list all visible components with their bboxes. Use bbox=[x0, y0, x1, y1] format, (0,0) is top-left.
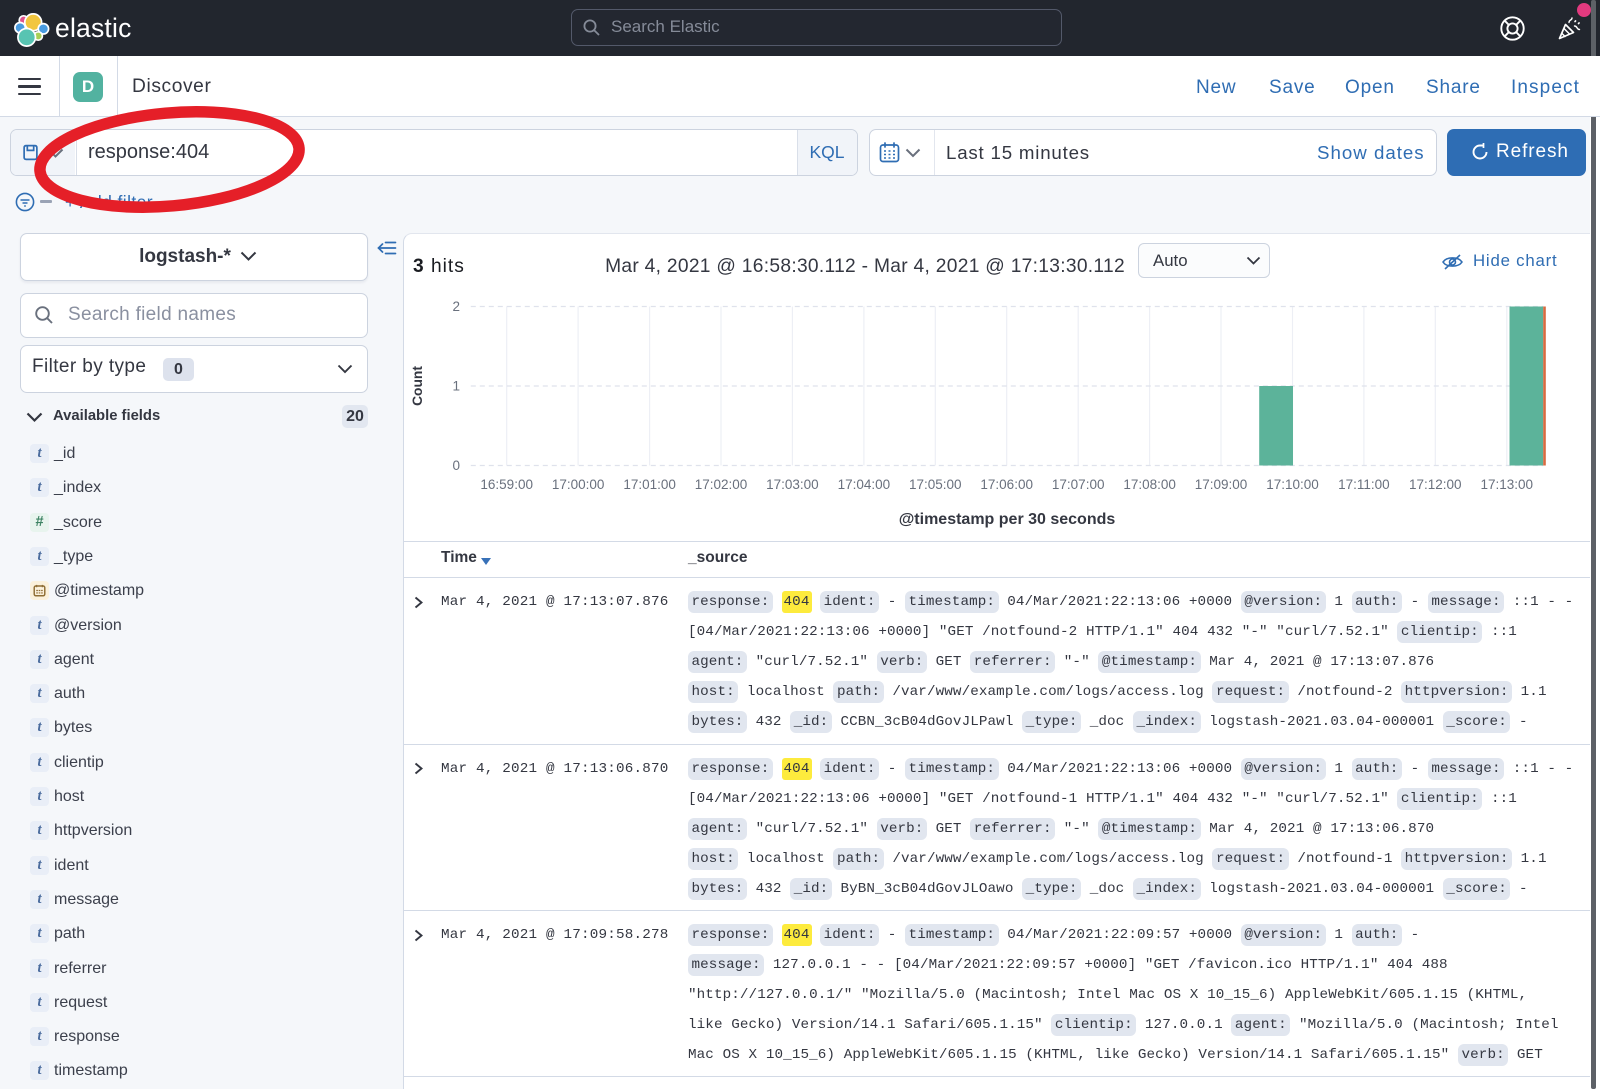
svg-text:17:08:00: 17:08:00 bbox=[1123, 477, 1176, 492]
svg-text:16:59:00: 16:59:00 bbox=[480, 477, 533, 492]
svg-text:17:02:00: 17:02:00 bbox=[695, 477, 748, 492]
svg-text:Count: Count bbox=[410, 366, 425, 406]
svg-text:17:07:00: 17:07:00 bbox=[1052, 477, 1105, 492]
svg-text:1: 1 bbox=[452, 379, 460, 394]
svg-text:17:13:00: 17:13:00 bbox=[1481, 477, 1534, 492]
svg-text:17:05:00: 17:05:00 bbox=[909, 477, 962, 492]
svg-text:@timestamp per 30 seconds: @timestamp per 30 seconds bbox=[899, 511, 1116, 528]
svg-text:17:10:00: 17:10:00 bbox=[1266, 477, 1319, 492]
svg-text:17:01:00: 17:01:00 bbox=[623, 477, 676, 492]
svg-text:17:09:00: 17:09:00 bbox=[1195, 477, 1248, 492]
svg-text:17:04:00: 17:04:00 bbox=[838, 477, 891, 492]
svg-text:17:00:00: 17:00:00 bbox=[552, 477, 605, 492]
svg-text:17:03:00: 17:03:00 bbox=[766, 477, 819, 492]
svg-text:17:12:00: 17:12:00 bbox=[1409, 477, 1462, 492]
svg-text:2: 2 bbox=[452, 299, 460, 314]
svg-text:17:11:00: 17:11:00 bbox=[1338, 477, 1390, 492]
svg-text:0: 0 bbox=[452, 458, 460, 473]
svg-text:17:06:00: 17:06:00 bbox=[980, 477, 1033, 492]
